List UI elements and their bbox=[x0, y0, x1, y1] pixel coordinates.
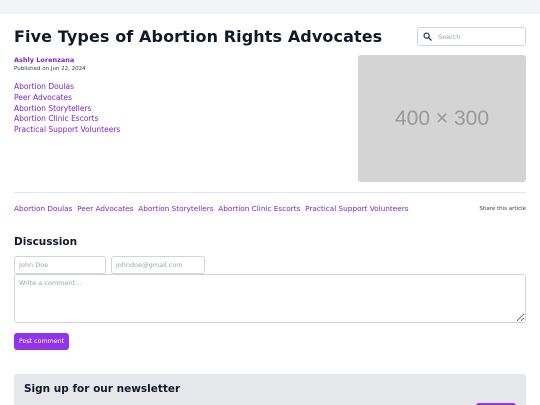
newsletter-title: Sign up for our newsletter bbox=[24, 383, 181, 395]
name-field[interactable] bbox=[14, 256, 106, 274]
toc-link[interactable]: Abortion Doulas bbox=[14, 82, 120, 93]
search-icon bbox=[423, 32, 432, 41]
divider bbox=[14, 192, 526, 193]
toc-link[interactable]: Peer Advocates bbox=[14, 93, 120, 104]
article-image: 400 × 300 bbox=[358, 55, 526, 182]
toc-link[interactable]: Abortion Clinic Escorts bbox=[14, 114, 120, 125]
share-link[interactable]: Share this article bbox=[479, 206, 526, 212]
email-field[interactable] bbox=[111, 256, 205, 274]
page-title: Five Types of Abortion Rights Advocates bbox=[14, 27, 383, 46]
toc-link[interactable]: Practical Support Volunteers bbox=[14, 125, 120, 136]
post-comment-button[interactable]: Post comment bbox=[14, 333, 69, 350]
tag-link[interactable]: Abortion Doulas bbox=[14, 204, 72, 213]
tag-link[interactable]: Practical Support Volunteers bbox=[305, 204, 408, 213]
search-input[interactable] bbox=[438, 32, 518, 41]
published-date: Published on Jun 22, 2024 bbox=[14, 66, 86, 72]
toc-link[interactable]: Abortion Storytellers bbox=[14, 104, 120, 115]
tag-list: Abortion Doulas Peer Advocates Abortion … bbox=[14, 204, 411, 213]
tag-link[interactable]: Abortion Storytellers bbox=[138, 204, 213, 213]
table-of-contents: Abortion Doulas Peer Advocates Abortion … bbox=[14, 82, 120, 136]
tag-link[interactable]: Abortion Clinic Escorts bbox=[218, 204, 300, 213]
search-box[interactable] bbox=[417, 27, 526, 46]
discussion-heading: Discussion bbox=[14, 236, 78, 248]
tag-link[interactable]: Peer Advocates bbox=[77, 204, 133, 213]
comment-field[interactable] bbox=[14, 274, 526, 323]
top-bar bbox=[0, 0, 540, 14]
image-placeholder-label: 400 × 300 bbox=[394, 106, 489, 130]
newsletter-section: Sign up for our newsletter bbox=[14, 374, 526, 405]
author-name[interactable]: Ashly Lorenzana bbox=[14, 56, 74, 64]
